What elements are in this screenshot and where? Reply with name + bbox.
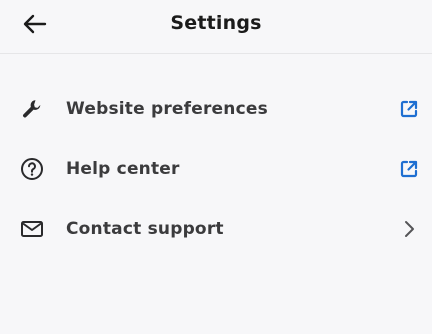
menu-item-contact-support[interactable]: Contact support: [0, 199, 432, 259]
envelope-icon: [19, 216, 45, 242]
menu-item-website-preferences[interactable]: Website preferences: [0, 79, 432, 139]
wrench-icon: [19, 96, 45, 122]
menu-item-help-center[interactable]: Help center: [0, 139, 432, 199]
external-link-icon: [398, 158, 420, 180]
question-circle-icon: [19, 156, 45, 182]
external-link-icon: [398, 98, 420, 120]
page-title: Settings: [170, 12, 262, 34]
menu-item-label: Contact support: [66, 219, 224, 239]
settings-menu: Website preferences Help center Contact …: [0, 79, 432, 259]
menu-item-label: Help center: [66, 159, 180, 179]
settings-screen: Settings Website preferences Help center…: [0, 0, 432, 334]
chevron-right-icon: [398, 218, 420, 240]
header: Settings: [0, 0, 432, 54]
menu-item-label: Website preferences: [66, 99, 268, 119]
